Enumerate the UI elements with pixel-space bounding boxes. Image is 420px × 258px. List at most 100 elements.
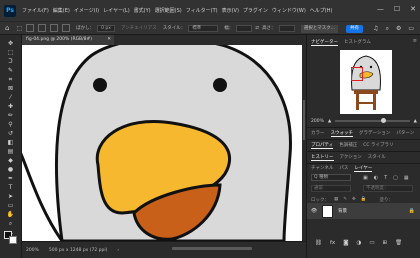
type-tool-icon[interactable]: T — [5, 184, 17, 192]
gear-icon[interactable]: ⚙ — [396, 25, 401, 33]
tab-paths[interactable]: パス — [339, 165, 348, 172]
status-arrow-icon[interactable]: › — [117, 248, 119, 253]
close-button[interactable]: ✕ — [410, 5, 416, 13]
intersect-selection-button[interactable] — [62, 24, 71, 32]
panel-menu-icon[interactable]: ≡ — [413, 38, 417, 44]
gradient-tool-icon[interactable]: ▤ — [5, 148, 17, 156]
tab-navigator[interactable]: ナビゲーター — [311, 39, 338, 46]
healing-tool-icon[interactable]: ✚ — [5, 103, 17, 111]
tab-actions[interactable]: アクション — [340, 154, 362, 161]
tab-color[interactable]: カラー — [311, 130, 325, 137]
filter-pixel-icon[interactable]: ▣ — [363, 175, 368, 181]
dodge-tool-icon[interactable]: ● — [5, 166, 17, 174]
stamp-tool-icon[interactable]: ⚲ — [5, 121, 17, 129]
marquee-tool-icon[interactable]: ⬚ — [5, 49, 17, 57]
menu-type[interactable]: 書式(Y) — [134, 7, 151, 14]
filter-type-icon[interactable]: T — [384, 175, 387, 181]
blur-tool-icon[interactable]: ◆ — [5, 157, 17, 165]
filter-smart-icon[interactable]: ▦ — [404, 175, 409, 181]
menu-edit[interactable]: 編集(E) — [53, 7, 70, 14]
tab-layers[interactable]: レイヤー — [354, 165, 373, 172]
menu-plugins[interactable]: プラグイン — [243, 7, 268, 14]
layer-name[interactable]: 背景 — [338, 208, 347, 214]
group-icon[interactable]: ▭ — [369, 240, 374, 246]
eyedropper-tool-icon[interactable]: ⁄ — [5, 94, 17, 102]
link-icon[interactable]: ⛓ — [315, 240, 322, 246]
subtract-selection-button[interactable] — [50, 24, 59, 32]
feather-input[interactable]: 0 px — [97, 24, 115, 32]
lasso-tool-icon[interactable]: ᑐ — [5, 58, 17, 66]
shape-tool-icon[interactable]: ▭ — [5, 202, 17, 210]
width-input[interactable] — [236, 24, 253, 32]
marquee-icon[interactable]: ⬚ — [16, 25, 22, 32]
eye-icon[interactable]: 👁 — [309, 208, 319, 214]
navigator-view-frame[interactable] — [351, 67, 363, 81]
bell-icon[interactable]: ♫ — [373, 25, 378, 33]
status-zoom[interactable]: 200% — [26, 248, 39, 253]
menu-layer[interactable]: レイヤー(L) — [103, 7, 130, 14]
crop-tool-icon[interactable]: ⌗ — [5, 76, 17, 84]
zoom-in-icon[interactable]: ▲ — [414, 119, 417, 124]
blend-mode-select[interactable]: 通常 — [311, 185, 351, 192]
workspace-icon[interactable]: ▭ — [408, 25, 414, 33]
mask-icon[interactable]: ◙ — [343, 240, 348, 246]
zoom-slider[interactable] — [335, 118, 410, 123]
layer-filter-search[interactable]: Q 種類 — [311, 174, 351, 181]
path-select-tool-icon[interactable]: ➤ — [5, 193, 17, 201]
tab-history[interactable]: ヒストリー — [311, 154, 334, 161]
brush-tool-icon[interactable]: ✏ — [5, 112, 17, 120]
fx-icon[interactable]: fx — [330, 240, 335, 246]
layer-lock-icon[interactable]: 🔒 — [409, 208, 415, 214]
tab-styles[interactable]: スタイル — [368, 154, 386, 161]
maximize-button[interactable]: ☐ — [394, 5, 400, 13]
layer-row-background[interactable]: 👁 背景 🔒 — [307, 203, 420, 219]
vertical-scroll-thumb[interactable] — [303, 100, 305, 140]
tab-gradients[interactable]: グラデーション — [359, 130, 390, 137]
move-tool-icon[interactable]: ✥ — [5, 40, 17, 48]
menu-image[interactable]: イメージ(I) — [74, 7, 99, 14]
tab-properties[interactable]: プロパティ — [311, 142, 334, 149]
tab-swatches[interactable]: スウォッチ — [330, 130, 353, 137]
select-mask-button[interactable]: 選択とマスク... — [300, 25, 338, 33]
quick-select-tool-icon[interactable]: ✎ — [5, 67, 17, 75]
menu-window[interactable]: ウィンドウ(W) — [272, 7, 306, 14]
menu-file[interactable]: ファイル(F) — [22, 7, 49, 14]
canvas[interactable] — [22, 45, 306, 241]
eraser-tool-icon[interactable]: ◧ — [5, 139, 17, 147]
zoom-slider-knob[interactable] — [381, 118, 387, 123]
history-brush-tool-icon[interactable]: ↺ — [5, 130, 17, 138]
swap-icon[interactable]: ⇄ — [255, 26, 259, 31]
new-selection-button[interactable] — [26, 24, 35, 32]
minimize-button[interactable]: — — [377, 5, 384, 13]
menu-view[interactable]: 表示(V) — [222, 7, 239, 14]
antialias-checkbox[interactable]: アンチエイリアス — [121, 25, 157, 31]
tab-channels[interactable]: チャンネル — [311, 165, 333, 172]
style-select[interactable]: 標準 — [188, 24, 219, 32]
menu-select[interactable]: 選択範囲(S) — [155, 7, 182, 14]
trash-icon[interactable]: 🗑 — [395, 240, 402, 246]
zoom-tool-icon[interactable]: ⌕ — [5, 220, 17, 228]
navigator-preview[interactable] — [340, 50, 392, 114]
share-button[interactable]: 共有 — [346, 25, 363, 33]
close-icon[interactable]: ✕ — [107, 35, 111, 45]
tab-histogram[interactable]: ヒストグラム — [344, 39, 371, 46]
opacity-field[interactable]: 不透明度： — [363, 185, 413, 192]
document-tab[interactable]: fig-04.png @ 200% (RGB/8#) ✕ — [22, 35, 114, 45]
frame-tool-icon[interactable]: ⊠ — [5, 85, 17, 93]
filter-shape-icon[interactable]: ▢ — [393, 175, 398, 181]
menu-help[interactable]: ヘルプ(H) — [310, 7, 333, 14]
pen-tool-icon[interactable]: ✒ — [5, 175, 17, 183]
height-input[interactable] — [278, 24, 295, 32]
home-icon[interactable]: ⌂ — [5, 24, 9, 32]
tab-patterns[interactable]: パターン — [396, 130, 414, 137]
adjustment-layer-icon[interactable]: ◑ — [357, 240, 362, 246]
filter-adjust-icon[interactable]: ◐ — [374, 175, 378, 181]
hand-tool-icon[interactable]: ✋ — [5, 211, 17, 219]
navigator-zoom-value[interactable]: 200% — [311, 119, 324, 124]
zoom-out-icon[interactable]: ▲ — [328, 119, 331, 124]
new-layer-icon[interactable]: ⊞ — [383, 240, 388, 246]
tab-cc-libraries[interactable]: CC ライブラリ — [363, 142, 393, 149]
menu-filter[interactable]: フィルター(T) — [186, 7, 218, 14]
photoshop-logo[interactable]: Ps — [4, 4, 16, 17]
background-color-swatch[interactable] — [9, 236, 17, 244]
